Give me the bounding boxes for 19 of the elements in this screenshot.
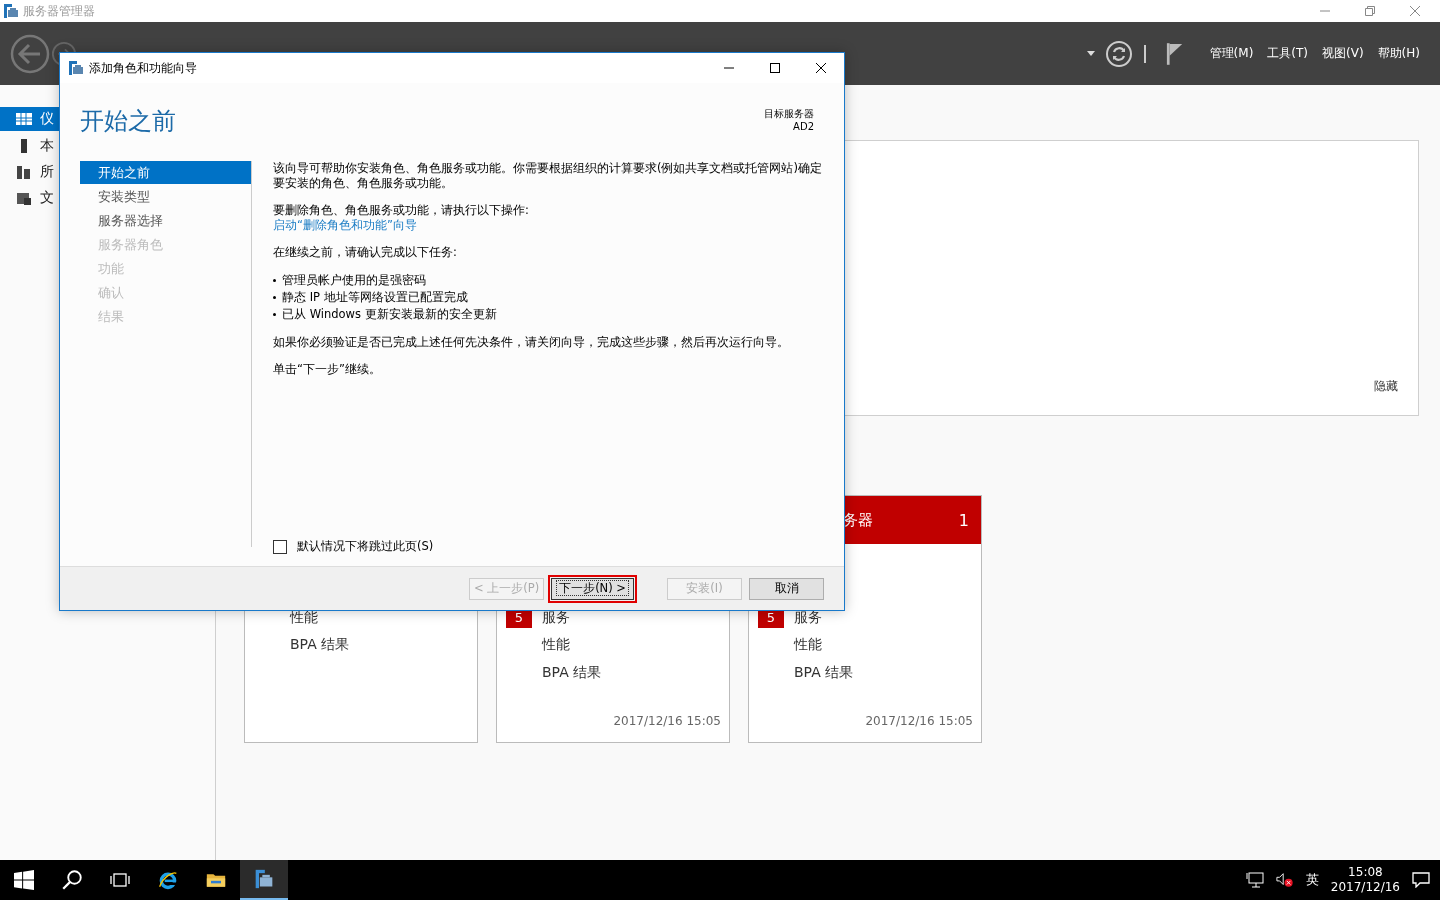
clock-date: 2017/12/16 bbox=[1330, 880, 1400, 895]
target-server-name: AD2 bbox=[793, 120, 814, 133]
window-title: 服务器管理器 bbox=[23, 2, 95, 20]
dialog-title: 添加角色和功能向导 bbox=[89, 59, 197, 77]
page-heading: 开始之前 bbox=[80, 106, 176, 137]
paragraph: 在继续之前，请确认完成以下任务: bbox=[273, 245, 458, 260]
task-item: 静态 IP 地址等网络设置已配置完成 bbox=[282, 289, 468, 306]
task-item: 已从 Windows 更新安装最新的安全更新 bbox=[282, 306, 497, 323]
tile-timestamp: 2017/12/16 15:05 bbox=[613, 714, 722, 730]
paragraph: 单击“下一步”继续。 bbox=[273, 362, 382, 377]
tile-count: 1 bbox=[958, 510, 969, 530]
clock-time: 15:08 bbox=[1348, 865, 1383, 880]
paragraph: 如果你必须验证是否已完成上述任何先决条件，请关闭向导，完成这些步骤，然后再次运行向导。 bbox=[273, 335, 790, 350]
paragraph: 该向导可帮助你安装角色、角色服务或功能。你需要根据组织的计算要求(例如共享文档或托管网站)确定要安装的角色、角色服务或功能。 bbox=[273, 161, 823, 191]
target-server-label: 目标服务器 bbox=[764, 107, 814, 120]
tile-title: 务器 bbox=[843, 510, 873, 530]
paragraph: 要删除角色、角色服务或功能，请执行以下操作: bbox=[273, 203, 530, 218]
task-item: 管理员帐户使用的是强密码 bbox=[282, 272, 426, 289]
tile-timestamp: 2017/12/16 15:05 bbox=[865, 714, 974, 730]
